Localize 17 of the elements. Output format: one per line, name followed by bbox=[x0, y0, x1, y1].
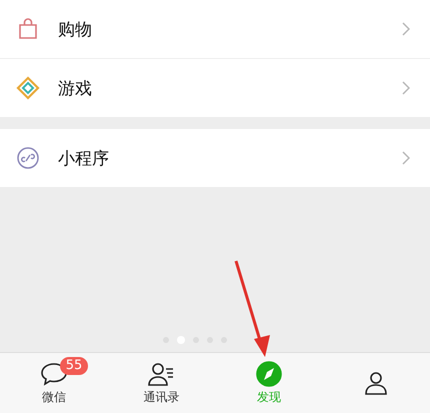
contacts-icon bbox=[147, 360, 176, 386]
diamond-icon bbox=[16, 76, 40, 100]
compass-icon bbox=[254, 360, 283, 386]
tab-label: 发现 bbox=[256, 388, 281, 406]
menu-item-label[interactable]: 游戏 bbox=[58, 76, 402, 100]
mini-program-icon bbox=[16, 146, 40, 170]
unread-badge: 55 bbox=[60, 356, 88, 374]
tab[interactable]: 55 微信 bbox=[0, 353, 108, 413]
chevron-right-icon bbox=[402, 22, 410, 36]
tab-label: 通讯录 bbox=[143, 388, 180, 406]
shopping-bag-icon bbox=[16, 17, 40, 41]
tab[interactable]: 通讯录 bbox=[108, 353, 215, 413]
chevron-right-icon bbox=[402, 81, 410, 95]
menu-item-label[interactable]: 小程序 bbox=[58, 146, 402, 170]
chevron-right-icon bbox=[402, 151, 410, 165]
menu-item-label[interactable]: 购物 bbox=[58, 18, 402, 40]
tab-label: 微信 bbox=[42, 388, 66, 406]
